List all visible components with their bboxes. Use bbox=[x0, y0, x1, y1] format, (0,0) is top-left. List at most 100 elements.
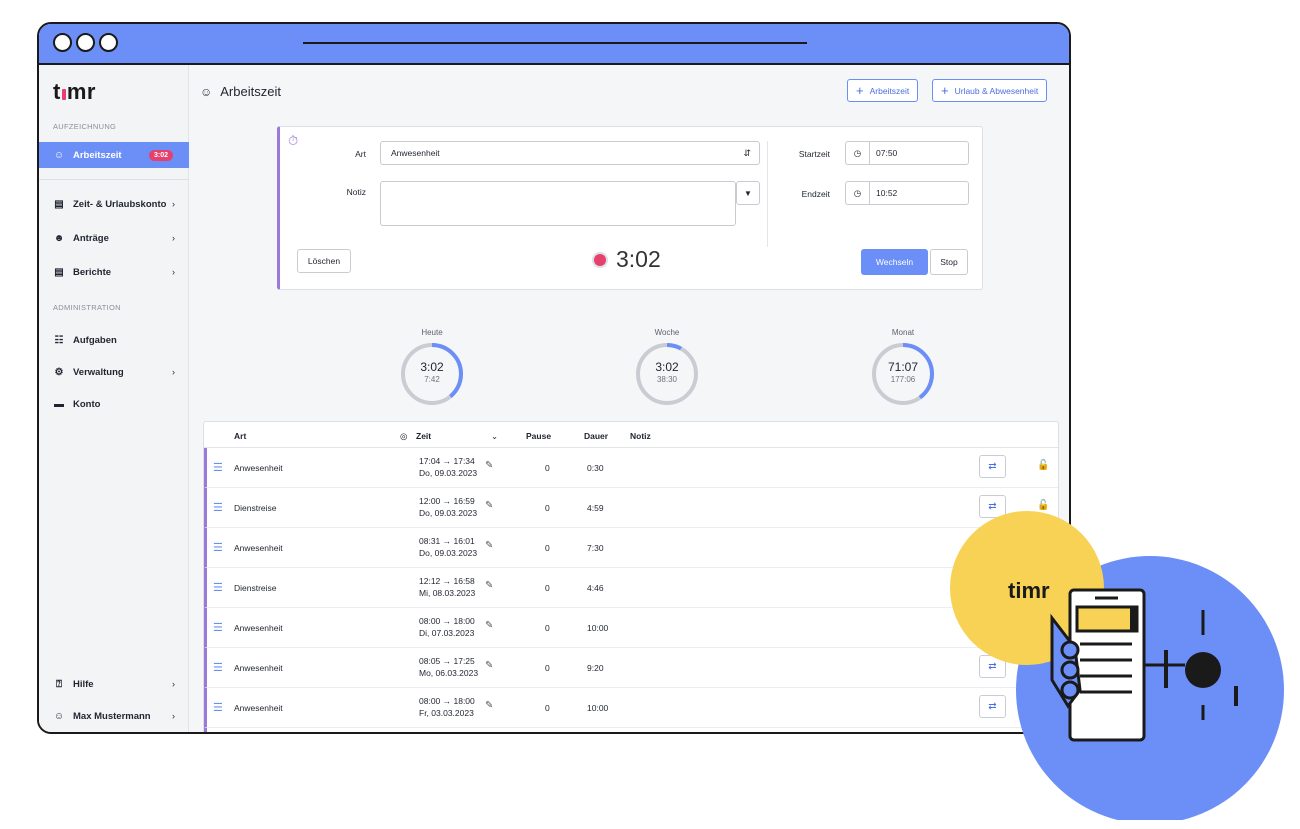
chevron-right-icon: › bbox=[172, 233, 175, 243]
notiz-label: Notiz bbox=[346, 187, 366, 197]
window-dot-3[interactable] bbox=[99, 33, 118, 52]
chevron-right-icon: › bbox=[172, 267, 175, 277]
switch-button[interactable]: Wechseln bbox=[861, 249, 928, 275]
address-bar[interactable] bbox=[303, 42, 807, 44]
sidebar-item-label: Berichte bbox=[73, 266, 112, 278]
page-title: ☺ Arbeitszeit bbox=[200, 84, 281, 99]
art-select[interactable]: Anwesenheit ⇵ bbox=[380, 141, 760, 165]
pencil-icon[interactable]: ✎ bbox=[485, 500, 493, 511]
cell-pause: 0 bbox=[545, 623, 550, 633]
entry-date: Mi, 08.03.2023 bbox=[419, 588, 476, 598]
unlock-icon[interactable]: 🔓 bbox=[1037, 460, 1049, 471]
cell-zeit: 08:05 → 17:25 Mo, 06.03.2023 bbox=[419, 655, 478, 679]
table-row[interactable]: ☰ Anwesenheit 17:04 → 17:34 Do, 09.03.2023 ✎… bbox=[204, 448, 1058, 488]
help-icon: ⍰ bbox=[56, 678, 62, 690]
time-range: 08:00 → 18:00 bbox=[419, 696, 475, 706]
pencil-icon[interactable]: ✎ bbox=[485, 700, 493, 711]
cell-dauer: 9:20 bbox=[587, 663, 604, 673]
add-arbeitszeit-button[interactable]: + Arbeitszeit bbox=[847, 79, 919, 102]
drag-handle-icon[interactable]: ☰ bbox=[213, 461, 223, 474]
stopwatch-icon: ⏱ bbox=[288, 133, 299, 148]
notiz-dropdown-button[interactable]: ▼ bbox=[736, 181, 760, 205]
column-art[interactable]: Art bbox=[234, 431, 246, 441]
sidebar-item-hilfe[interactable]: ⍰ Hilfe › bbox=[39, 671, 189, 697]
sidebar-item-konto[interactable]: ▬ Konto bbox=[39, 391, 189, 417]
table-row[interactable]: ☰ Anwesenheit 08:31 → 16:01 Do, 09.03.2023 ✎… bbox=[204, 528, 1058, 568]
clock-icon: ◷ bbox=[846, 182, 870, 204]
chevron-right-icon: › bbox=[172, 711, 175, 721]
cell-zeit: 08:00 → 18:00 Fr, 03.03.2023 bbox=[419, 695, 475, 719]
column-zeit[interactable]: Zeit bbox=[416, 431, 431, 441]
table-row[interactable]: ☰ Anwesenheit 08:05 → 17:25 Mo, 06.03.2023 ✎… bbox=[204, 648, 1058, 688]
drag-handle-icon[interactable]: ☰ bbox=[213, 621, 223, 634]
column-dauer[interactable]: Dauer bbox=[584, 431, 608, 441]
sidebar-item-berichte[interactable]: ▤ Berichte › bbox=[39, 259, 189, 285]
switch-entry-button[interactable]: ⇄ bbox=[979, 455, 1006, 478]
target-icon[interactable]: ◎ bbox=[400, 431, 407, 442]
cell-zeit: 08:00 → 18:00 Di, 07.03.2023 bbox=[419, 615, 475, 639]
table-header: Art ◎ Zeit ⌄ Pause Dauer Notiz bbox=[204, 422, 1058, 448]
main-content: ☺ Arbeitszeit + Arbeitszeit + Urlaub & A… bbox=[189, 65, 1069, 732]
notiz-textarea[interactable] bbox=[380, 181, 736, 226]
table-row[interactable]: ☰ Anwesenheit 08:00 → 18:00 Fr, 03.03.2023 ✎… bbox=[204, 688, 1058, 728]
sidebar-item-zeitkonto[interactable]: ▤ Zeit- & Urlaubskonto › bbox=[39, 191, 189, 217]
delete-button[interactable]: Löschen bbox=[297, 249, 351, 273]
app-logo[interactable]: t mr bbox=[53, 79, 96, 105]
sidebar-item-aufgaben[interactable]: ☷ Aufgaben bbox=[39, 327, 189, 353]
sidebar-item-arbeitszeit[interactable]: ☺ Arbeitszeit 3:02 bbox=[39, 142, 189, 168]
pencil-icon[interactable]: ✎ bbox=[485, 620, 493, 631]
end-time-input[interactable]: ◷ 10:52 bbox=[845, 181, 969, 205]
start-value: 07:50 bbox=[876, 148, 898, 158]
table-row[interactable]: ☰ Anwesenheit 08:00 → 18:00 Di, 07.03.2023 ✎… bbox=[204, 608, 1058, 648]
time-range: 08:31 → 16:01 bbox=[419, 536, 475, 546]
drag-handle-icon[interactable]: ☰ bbox=[213, 501, 223, 514]
column-notiz[interactable]: Notiz bbox=[630, 431, 651, 441]
drag-handle-icon[interactable]: ☰ bbox=[213, 701, 223, 714]
timer-value: 3:02 bbox=[616, 246, 661, 272]
drag-handle-icon[interactable]: ☰ bbox=[213, 541, 223, 554]
entry-date: Mo, 06.03.2023 bbox=[419, 668, 479, 678]
cell-art: Anwesenheit bbox=[234, 623, 283, 633]
stop-button[interactable]: Stop bbox=[930, 249, 968, 275]
swap-icon: ⇄ bbox=[988, 461, 997, 472]
window-dot-1[interactable] bbox=[53, 33, 72, 52]
record-indicator-icon bbox=[592, 251, 608, 268]
stat-woche: Woche 3:02 38:30 bbox=[627, 328, 707, 406]
progress-ring: 3:02 38:30 bbox=[635, 342, 699, 406]
pencil-icon[interactable]: ✎ bbox=[485, 460, 493, 471]
chevron-down-icon[interactable]: ⌄ bbox=[491, 431, 498, 442]
pencil-icon[interactable]: ✎ bbox=[485, 580, 493, 591]
gear-icon: ⚙ bbox=[54, 366, 64, 378]
sidebar-item-antraege[interactable]: ☻ Anträge › bbox=[39, 225, 189, 251]
cell-art: Anwesenheit bbox=[234, 543, 283, 553]
card-icon: ▬ bbox=[54, 398, 64, 410]
page-title-text: Arbeitszeit bbox=[220, 84, 281, 99]
add-urlaub-button[interactable]: + Urlaub & Abwesenheit bbox=[932, 79, 1048, 102]
chevron-down-icon: ▼ bbox=[744, 188, 752, 198]
report-icon: ▤ bbox=[54, 266, 64, 278]
cell-dauer: 4:46 bbox=[587, 583, 604, 593]
section-recording: AUFZEICHNUNG bbox=[53, 122, 117, 131]
cell-zeit: 12:00 → 16:59 Do, 09.03.2023 bbox=[419, 495, 477, 519]
drag-handle-icon[interactable]: ☰ bbox=[213, 581, 223, 594]
cell-zeit: 17:04 → 17:34 Do, 09.03.2023 bbox=[419, 455, 477, 479]
sidebar-item-verwaltung[interactable]: ⚙ Verwaltung › bbox=[39, 359, 189, 385]
cell-pause: 0 bbox=[545, 583, 550, 593]
cell-pause: 0 bbox=[545, 463, 550, 473]
table-row[interactable]: ☰Anwesenheit08:00 → 18:30Do, 02.03.2023✎… bbox=[204, 728, 1058, 732]
pencil-icon[interactable]: ✎ bbox=[485, 540, 493, 551]
table-row[interactable]: ☰ Dienstreise 12:12 → 16:58 Mi, 08.03.2023 ✎… bbox=[204, 568, 1058, 608]
column-pause[interactable]: Pause bbox=[526, 431, 551, 441]
pencil-icon[interactable]: ✎ bbox=[485, 660, 493, 671]
plus-icon: + bbox=[941, 83, 949, 98]
select-arrows-icon: ⇵ bbox=[743, 147, 751, 158]
sidebar: t mr AUFZEICHNUNG ☺ Arbeitszeit 3:02 ▤ Ze… bbox=[39, 65, 189, 732]
table-row[interactable]: ☰ Dienstreise 12:00 → 16:59 Do, 09.03.2023 ✎… bbox=[204, 488, 1058, 528]
start-time-input[interactable]: ◷ 07:50 bbox=[845, 141, 969, 165]
progress-ring: 3:02 7:42 bbox=[400, 342, 464, 406]
user-clock-icon: ☺ bbox=[200, 84, 213, 99]
drag-handle-icon[interactable]: ☰ bbox=[213, 661, 223, 674]
sidebar-item-user[interactable]: ☺ Max Mustermann › bbox=[39, 703, 189, 729]
section-admin: ADMINISTRATION bbox=[53, 303, 121, 312]
window-dot-2[interactable] bbox=[76, 33, 95, 52]
